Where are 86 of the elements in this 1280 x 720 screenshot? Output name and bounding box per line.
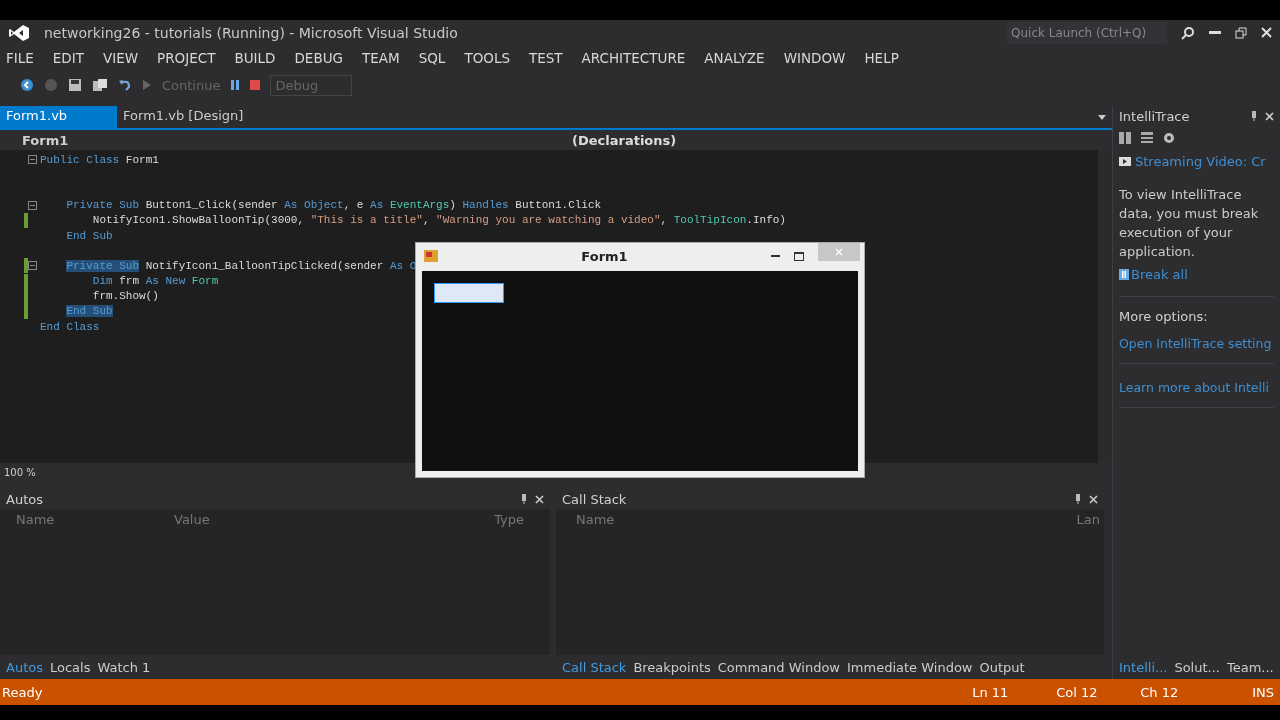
collapse-icon[interactable] [28, 261, 37, 271]
dropdown-arrow-icon[interactable] [1098, 115, 1106, 120]
panel-tab[interactable]: Intelli... [1119, 659, 1168, 675]
insert-mode: INS [1252, 684, 1275, 700]
panel-tab[interactable]: Solut... [1174, 659, 1220, 675]
code-line: frm.Show() [91, 290, 159, 303]
settings-icon[interactable] [1163, 132, 1175, 144]
menu-item[interactable]: FILE [6, 49, 34, 66]
close-icon[interactable] [1089, 494, 1098, 504]
settings-link[interactable]: Open IntelliTrace setting [1113, 328, 1280, 355]
app-logo-icon [8, 23, 30, 42]
minimize-icon[interactable] [1209, 30, 1221, 35]
type-dropdown[interactable]: Form1 [0, 132, 572, 148]
panel-tab[interactable]: Command Window [717, 659, 840, 675]
collapse-icon[interactable] [28, 200, 37, 210]
menu-item[interactable]: TEAM [362, 49, 400, 66]
video-icon [1119, 157, 1131, 166]
form-icon [424, 250, 438, 262]
panel-tab[interactable]: Call Stack [562, 659, 627, 675]
panel-tab[interactable]: Immediate Window [847, 659, 973, 675]
panel-title: Autos [6, 491, 43, 507]
menu-item[interactable]: ARCHITECTURE [581, 49, 686, 66]
menu-item[interactable]: PROJECT [157, 49, 216, 66]
undo-icon[interactable] [118, 78, 132, 92]
panel-tab[interactable]: Output [979, 659, 1025, 675]
panel-title: IntelliTrace [1119, 108, 1190, 124]
quick-launch-field[interactable]: Quick Launch (Ctrl+Q) [1007, 21, 1167, 44]
member-dropdown[interactable]: (Declarations) [572, 132, 677, 148]
menu-item[interactable]: WINDOW [783, 49, 846, 66]
form-title: Form1 [580, 248, 629, 264]
intellitrace-message: To view IntelliTrace data, you must break execution of your application. [1119, 186, 1260, 261]
column-number: Col 12 [1056, 684, 1099, 700]
list-icon[interactable] [1141, 132, 1153, 144]
char-number: Ch 12 [1140, 684, 1180, 700]
status-message: Ready [1, 684, 44, 700]
save-icon[interactable] [68, 78, 82, 92]
menu-item[interactable]: EDIT [52, 49, 84, 66]
code-line: NotifyIcon1.ShowBalloonTip(3000, "This is a title", "Warning you are watching a video", ToolTipIcon.Info) [91, 214, 786, 227]
window-title: networking26 - tutorials (Running) - Microsoft Visual Studio [44, 24, 459, 41]
document-tab[interactable]: Form1.vb [0, 106, 118, 128]
more-options-label: More options: [1118, 308, 1209, 326]
grid-icon[interactable] [1119, 132, 1131, 144]
zoom-level[interactable]: 100 % [0, 466, 36, 478]
pin-icon[interactable] [1075, 494, 1081, 504]
play-icon[interactable] [142, 79, 152, 91]
panel-tab[interactable]: Team... [1226, 659, 1274, 675]
pause-icon [1119, 269, 1129, 280]
menu-item[interactable]: DEBUG [294, 49, 343, 66]
menu-item[interactable]: BUILD [234, 49, 276, 66]
pin-icon[interactable] [521, 494, 527, 504]
menu-item[interactable]: VIEW [102, 49, 139, 66]
panel-tab[interactable]: Watch 1 [97, 659, 151, 675]
restore-icon[interactable] [1235, 26, 1247, 39]
menu-item[interactable]: SQL [418, 49, 446, 66]
line-number: Ln 11 [972, 684, 1010, 700]
maximize-icon[interactable] [794, 251, 804, 261]
session-link[interactable]: Streaming Video: Cr [1135, 154, 1266, 169]
close-icon [835, 248, 843, 256]
code-line: Public Class Form1 [40, 153, 159, 166]
code-line: Dim frm As New Form [91, 275, 219, 288]
panel-tab[interactable]: Autos [6, 659, 43, 675]
menu-item[interactable]: TOOLS [464, 49, 510, 66]
close-icon[interactable] [1265, 111, 1274, 121]
code-line: End Sub [65, 229, 113, 242]
scrollbar[interactable] [1098, 150, 1112, 463]
settings-link[interactable]: Learn more about Intelli [1113, 372, 1280, 399]
back-icon[interactable] [20, 78, 34, 92]
break-all-link[interactable]: Break all [1131, 267, 1188, 282]
save-all-icon[interactable] [92, 78, 108, 92]
minimize-icon[interactable] [771, 254, 780, 258]
menu-item[interactable]: TEST [529, 49, 563, 66]
menu-item[interactable]: HELP [864, 49, 899, 66]
pin-icon[interactable] [1251, 111, 1257, 121]
panel-title: Call Stack [562, 491, 627, 507]
pause-icon[interactable] [230, 80, 241, 90]
search-icon[interactable] [1181, 25, 1195, 40]
stop-icon[interactable] [250, 80, 261, 90]
close-icon[interactable] [1261, 27, 1272, 38]
document-tab[interactable]: Form1.vb [Design] [117, 106, 250, 128]
code-line: Private Sub Button1_Click(sender As Object, e As EventArgs) Handles Button1.Click [65, 199, 602, 212]
menu-item[interactable]: ANALYZE [704, 49, 765, 66]
collapse-icon[interactable] [28, 155, 37, 165]
panel-tab[interactable]: Locals [49, 659, 91, 675]
code-line: End Class [40, 320, 100, 333]
close-icon[interactable] [535, 494, 544, 504]
panel-tab[interactable]: Breakpoints [633, 659, 711, 675]
